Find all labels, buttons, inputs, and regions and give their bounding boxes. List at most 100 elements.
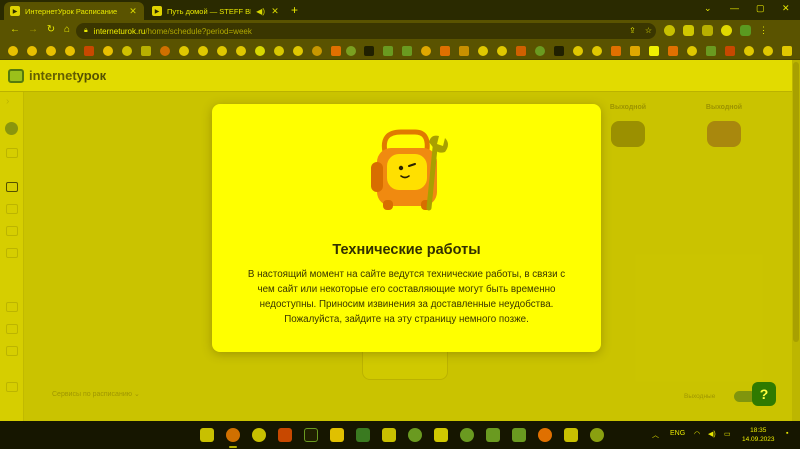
bookmark-icon[interactable]: [630, 46, 640, 56]
app-icon[interactable]: [564, 428, 578, 442]
extension-icon[interactable]: [740, 25, 751, 36]
start-windows-icon[interactable]: [200, 428, 214, 442]
bookmark-icon[interactable]: [160, 46, 170, 56]
bookmark-icon[interactable]: [516, 46, 526, 56]
pycharm-icon[interactable]: [304, 428, 318, 442]
tray-chevron-up-icon[interactable]: ︿: [652, 430, 659, 440]
bookmark-icon[interactable]: [744, 46, 754, 56]
speaker-icon[interactable]: ◀): [256, 7, 265, 16]
bookmark-icon[interactable]: [554, 46, 564, 56]
word-icon[interactable]: [356, 428, 370, 442]
page-scrollbar[interactable]: [792, 60, 800, 421]
bookmark-icon[interactable]: [46, 46, 56, 56]
help-button[interactable]: ?: [752, 382, 776, 406]
volume-icon[interactable]: ◀): [708, 430, 716, 438]
bookmark-icon[interactable]: [65, 46, 75, 56]
back-arrow-icon[interactable]: ←: [8, 24, 22, 35]
bookmark-icon[interactable]: [217, 46, 227, 56]
system-clock[interactable]: 18:35 14.09.2023: [742, 426, 775, 444]
app-icon[interactable]: [434, 428, 448, 442]
tab-title: Путь домой — STEFF BLESS: [167, 6, 251, 16]
forward-arrow-icon[interactable]: →: [26, 24, 40, 35]
bookmark-icon[interactable]: [383, 46, 393, 56]
extension-icon[interactable]: [664, 25, 675, 36]
wifi-icon[interactable]: ◠: [694, 430, 700, 438]
bookmark-icon[interactable]: [687, 46, 697, 56]
bookmark-icon[interactable]: [782, 46, 792, 56]
bookmark-icon[interactable]: [459, 46, 469, 56]
bookmark-icon[interactable]: [331, 46, 341, 56]
clock-time: 18:35: [750, 427, 767, 434]
tab-music[interactable]: ▶ Путь домой — STEFF BLESS ◀) ✕: [146, 2, 286, 20]
bookmark-icon[interactable]: [103, 46, 113, 56]
share-icon[interactable]: ⇪: [629, 26, 636, 35]
tab-schedule[interactable]: ▶ ИнтернетУрок Расписание ✕: [4, 2, 144, 20]
clock-date: 14.09.2023: [742, 436, 775, 443]
new-tab-button[interactable]: +: [291, 3, 298, 17]
reload-icon[interactable]: ↻: [44, 24, 58, 35]
chrome-icon[interactable]: [226, 428, 240, 442]
bookmark-icon[interactable]: [478, 46, 488, 56]
bookmark-icon[interactable]: [573, 46, 583, 56]
battery-icon[interactable]: ▭: [724, 430, 731, 438]
close-window-button[interactable]: ✕: [782, 3, 790, 14]
maximize-button[interactable]: ▢: [756, 3, 765, 14]
bookmark-icon[interactable]: [198, 46, 208, 56]
bookmark-icon[interactable]: [236, 46, 246, 56]
app-icon[interactable]: [538, 428, 552, 442]
bookmark-icon[interactable]: [725, 46, 735, 56]
bookmark-icon[interactable]: [611, 46, 621, 56]
home-icon[interactable]: ⌂: [60, 24, 74, 35]
terminal-icon[interactable]: [364, 46, 374, 56]
bookmark-star-icon[interactable]: ☆: [645, 26, 652, 35]
bookmark-icon[interactable]: [312, 46, 322, 56]
menu-dots-icon[interactable]: ⋮: [759, 25, 768, 36]
app-icon[interactable]: [512, 428, 526, 442]
file-explorer-icon[interactable]: [330, 428, 344, 442]
bookmark-icon[interactable]: [179, 46, 189, 56]
gmail-icon[interactable]: [84, 46, 94, 56]
bookmark-icon[interactable]: [27, 46, 37, 56]
browser-tab-strip: ▶ ИнтернетУрок Расписание ✕ ▶ Путь домой…: [0, 0, 800, 20]
app-icon[interactable]: [460, 428, 474, 442]
close-tab-icon[interactable]: ✕: [270, 6, 280, 17]
bookmark-icon[interactable]: [592, 46, 602, 56]
tab-search-icon[interactable]: ⌄: [704, 3, 712, 14]
app-icon[interactable]: [486, 428, 500, 442]
notification-icon[interactable]: ▪: [786, 430, 788, 437]
bookmark-icon[interactable]: [346, 46, 356, 56]
scrollbar-thumb[interactable]: [793, 62, 799, 342]
bookmark-icon[interactable]: [706, 46, 716, 56]
minimize-button[interactable]: —: [730, 3, 739, 13]
youtube-favicon-icon: ▶: [10, 6, 20, 16]
bookmark-icon[interactable]: [402, 46, 412, 56]
address-bar[interactable]: 🔒︎ interneturok.ru/home/schedule?period=…: [76, 23, 656, 39]
maintenance-modal: Технические работы В настоящий момент на…: [212, 104, 601, 352]
app-icon[interactable]: [590, 428, 604, 442]
close-tab-icon[interactable]: ✕: [128, 6, 138, 17]
youtube-favicon-icon: ▶: [152, 6, 162, 16]
bookmark-icon[interactable]: [274, 46, 284, 56]
app-icon[interactable]: [382, 428, 396, 442]
bookmark-icon[interactable]: [497, 46, 507, 56]
bookmark-icon[interactable]: [535, 46, 545, 56]
bookmark-icon[interactable]: [8, 46, 18, 56]
bookmark-icon[interactable]: [122, 46, 132, 56]
bookmark-icon[interactable]: [440, 46, 450, 56]
bookmark-icon[interactable]: [649, 46, 659, 56]
active-app-indicator: [229, 446, 237, 448]
bookmark-icon[interactable]: [763, 46, 773, 56]
app-icon[interactable]: [278, 428, 292, 442]
bookmark-icon[interactable]: [668, 46, 678, 56]
bookmark-icon[interactable]: [141, 46, 151, 56]
language-indicator[interactable]: ENG: [670, 430, 685, 437]
telegram-icon[interactable]: [252, 428, 266, 442]
app-icon[interactable]: [408, 428, 422, 442]
bookmark-icon[interactable]: [293, 46, 303, 56]
sidebar-icon[interactable]: [702, 25, 713, 36]
github-icon[interactable]: [255, 46, 265, 56]
puzzle-icon[interactable]: [683, 25, 694, 36]
profile-avatar-icon[interactable]: [721, 25, 732, 36]
bookmark-icon[interactable]: [421, 46, 431, 56]
lock-icon: 🔒︎: [84, 27, 88, 34]
